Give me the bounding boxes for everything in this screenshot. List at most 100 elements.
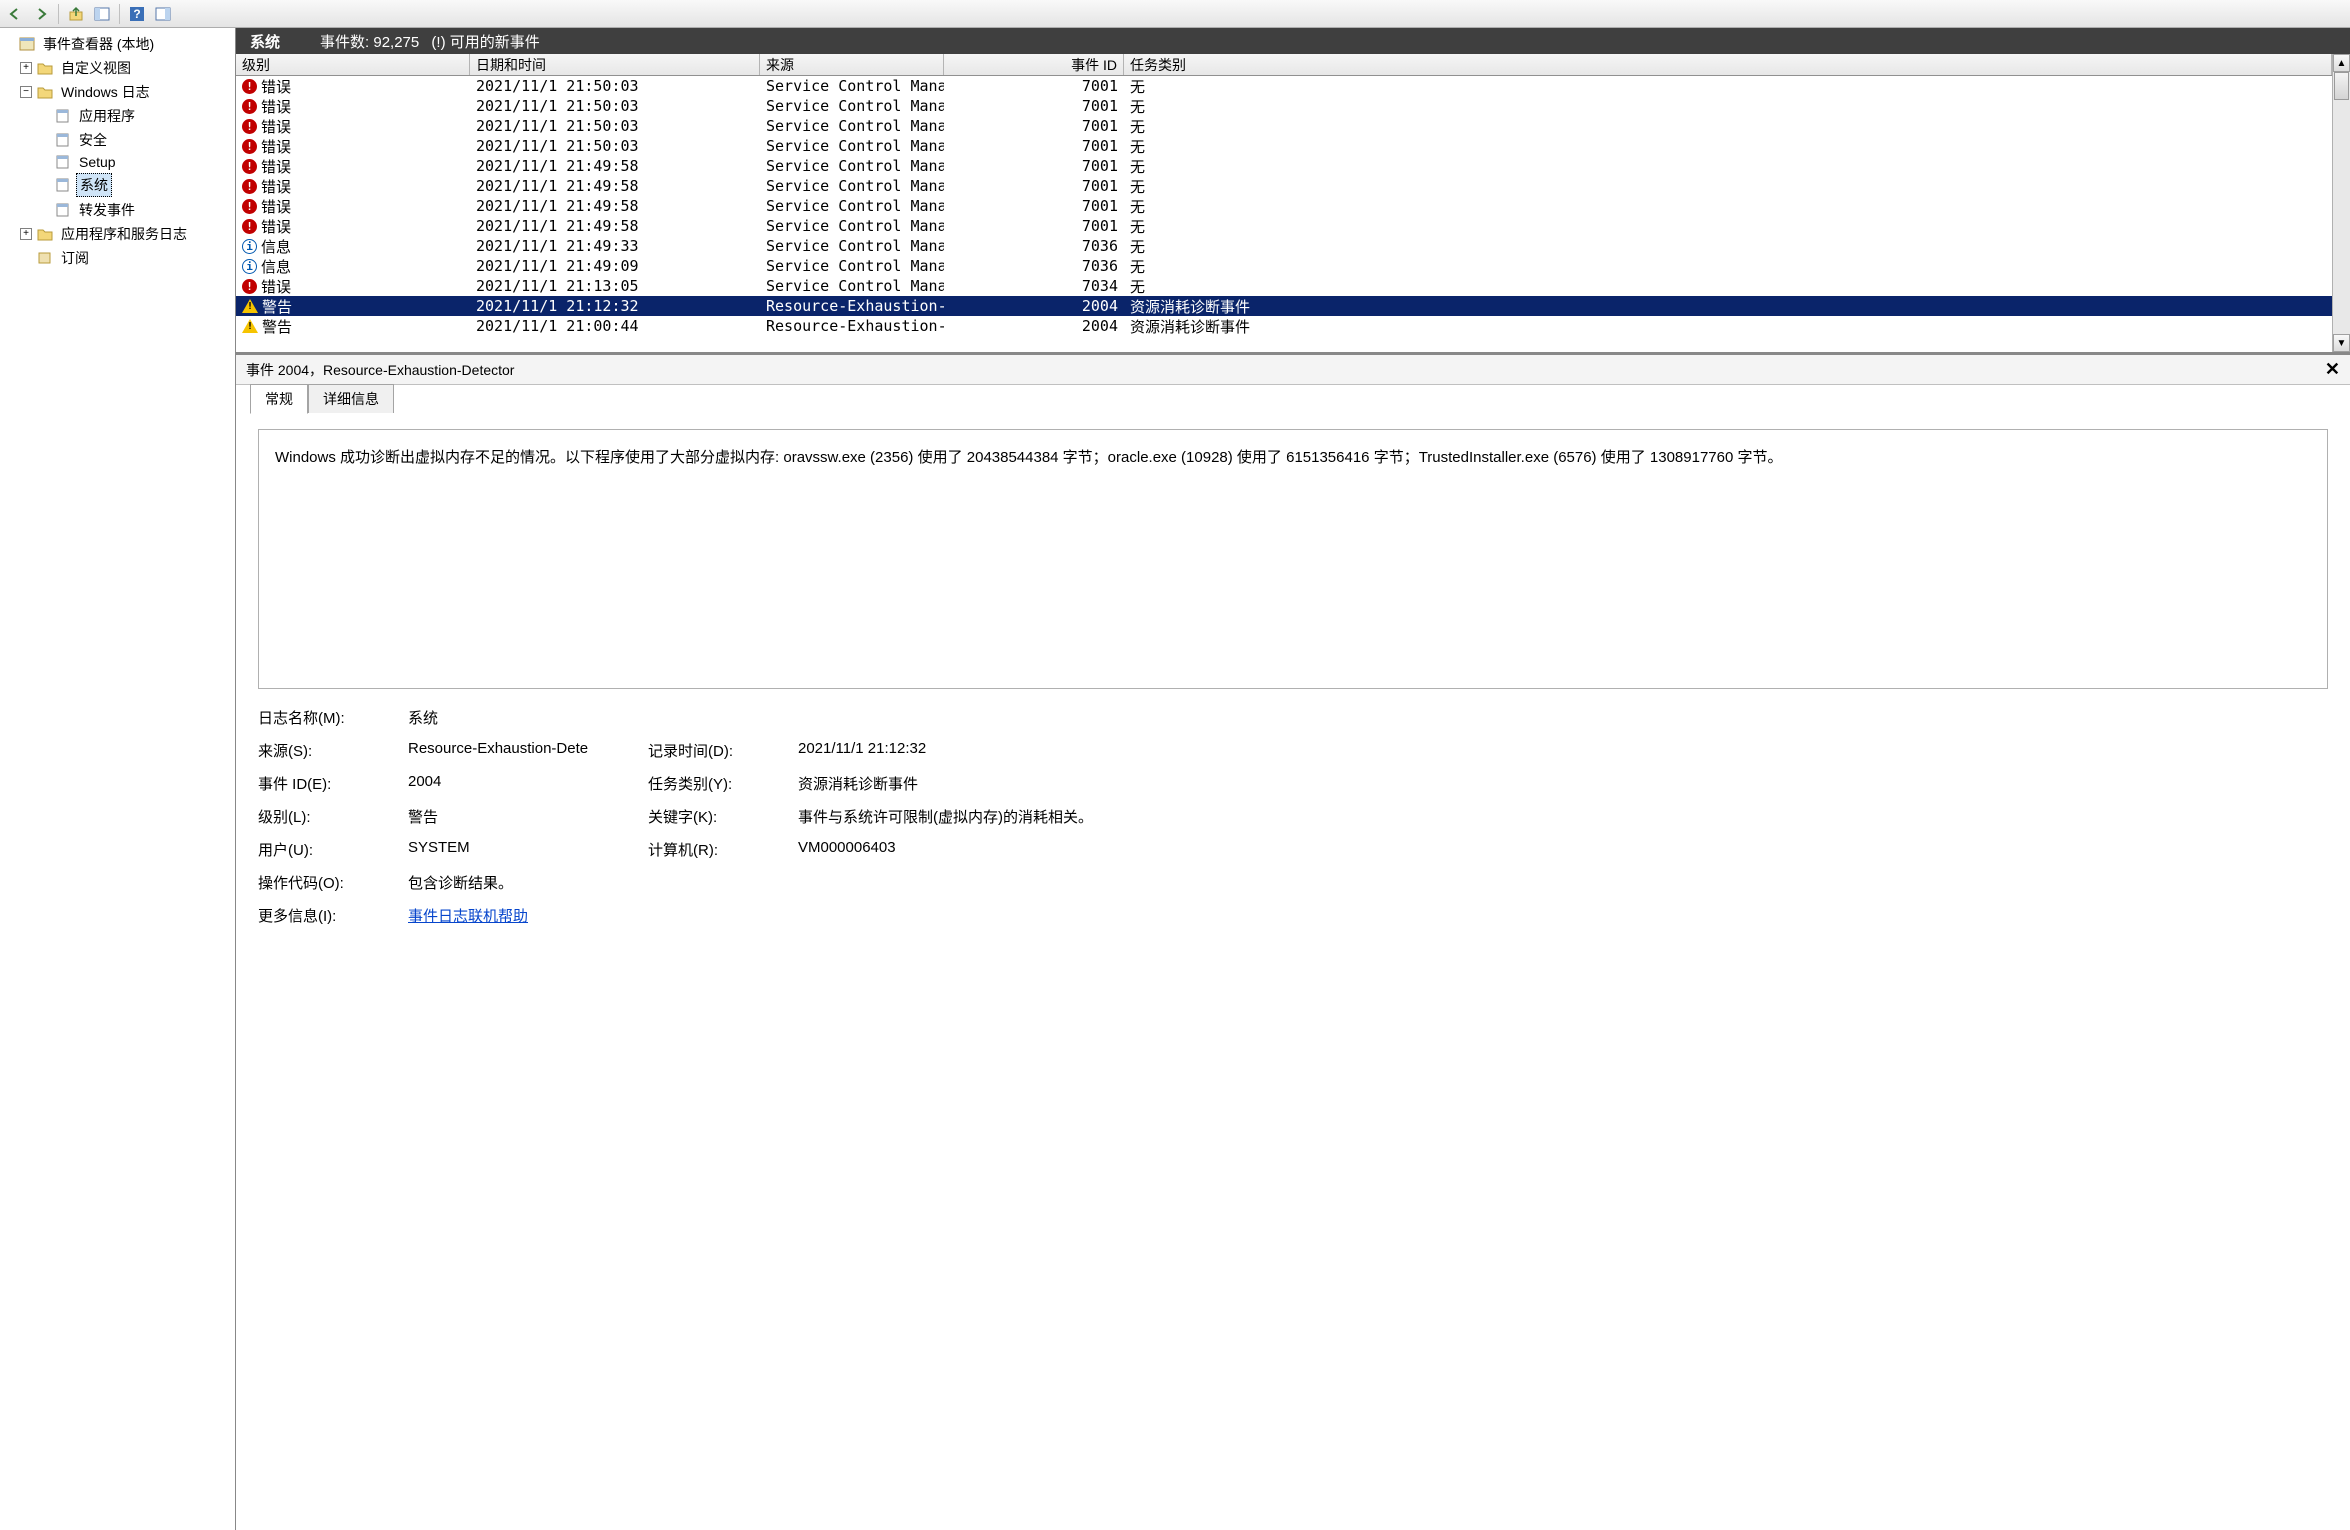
action-pane-button[interactable] bbox=[152, 3, 174, 25]
row-datetime: 2021/11/1 21:00:44 bbox=[470, 317, 760, 335]
log-icon bbox=[54, 177, 72, 193]
event-row[interactable]: 警告2021/11/1 21:12:32Resource-Exhaustion-… bbox=[236, 296, 2332, 316]
event-row[interactable]: 信息2021/11/1 21:49:33Service Control Mana… bbox=[236, 236, 2332, 256]
tree-application[interactable]: 应用程序 bbox=[2, 104, 233, 128]
tree-panel[interactable]: 事件查看器 (本地) + 自定义视图 − Windows 日志 应用程序 安全 … bbox=[0, 28, 236, 1530]
scroll-thumb[interactable] bbox=[2334, 72, 2349, 100]
event-row[interactable]: 错误2021/11/1 21:50:03Service Control Mana… bbox=[236, 116, 2332, 136]
row-source: Service Control Manager bbox=[760, 117, 944, 135]
tree-label: 转发事件 bbox=[76, 199, 138, 221]
tree-security[interactable]: 安全 bbox=[2, 128, 233, 152]
tab-details[interactable]: 详细信息 bbox=[308, 384, 394, 413]
row-source: Service Control Manager bbox=[760, 97, 944, 115]
row-eventid: 7036 bbox=[944, 257, 1124, 275]
up-level-button[interactable] bbox=[65, 3, 87, 25]
event-row[interactable]: 错误2021/11/1 21:50:03Service Control Mana… bbox=[236, 76, 2332, 96]
row-task: 资源消耗诊断事件 bbox=[1124, 316, 2332, 337]
content-title: 系统 bbox=[250, 31, 280, 52]
tree-custom-views[interactable]: + 自定义视图 bbox=[2, 56, 233, 80]
source-value: Resource-Exhaustion-Dete bbox=[408, 740, 628, 761]
row-level: 错误 bbox=[261, 176, 291, 197]
collapse-toggle[interactable]: − bbox=[20, 86, 32, 98]
logname-value: 系统 bbox=[408, 707, 2328, 728]
row-datetime: 2021/11/1 21:49:58 bbox=[470, 157, 760, 175]
scroll-track[interactable] bbox=[2333, 72, 2350, 334]
opcode-label: 操作代码(O): bbox=[258, 872, 388, 893]
row-task: 无 bbox=[1124, 216, 2332, 237]
error-icon bbox=[242, 79, 257, 94]
scroll-up-button[interactable]: ▲ bbox=[2333, 54, 2350, 72]
row-level: 错误 bbox=[261, 276, 291, 297]
event-row[interactable]: 错误2021/11/1 21:50:03Service Control Mana… bbox=[236, 96, 2332, 116]
content-title-bar: 系统 事件数: 92,275 (!) 可用的新事件 bbox=[236, 28, 2350, 54]
close-detail-button[interactable]: ✕ bbox=[2325, 359, 2340, 380]
nav-forward-button[interactable] bbox=[30, 3, 52, 25]
row-datetime: 2021/11/1 21:50:03 bbox=[470, 117, 760, 135]
tree-pane-icon bbox=[94, 6, 110, 22]
event-row[interactable]: 信息2021/11/1 21:49:09Service Control Mana… bbox=[236, 256, 2332, 276]
event-row[interactable]: 警告2021/11/1 21:00:44Resource-Exhaustion-… bbox=[236, 316, 2332, 336]
event-description[interactable]: Windows 成功诊断出虚拟内存不足的情况。以下程序使用了大部分虚拟内存: o… bbox=[258, 429, 2328, 689]
expand-toggle[interactable]: + bbox=[20, 62, 32, 74]
col-datetime[interactable]: 日期和时间 bbox=[470, 54, 760, 75]
event-row[interactable]: 错误2021/11/1 21:50:03Service Control Mana… bbox=[236, 136, 2332, 156]
warn-icon bbox=[242, 319, 258, 333]
row-source: Service Control Manager bbox=[760, 157, 944, 175]
main-toolbar: ? bbox=[0, 0, 2350, 28]
error-icon bbox=[242, 199, 257, 214]
eventid-value: 2004 bbox=[408, 773, 628, 794]
help-button[interactable]: ? bbox=[126, 3, 148, 25]
computer-value: VM000006403 bbox=[798, 839, 2328, 860]
eventviewer-icon bbox=[18, 36, 36, 52]
row-datetime: 2021/11/1 21:50:03 bbox=[470, 77, 760, 95]
error-icon bbox=[242, 139, 257, 154]
show-hide-tree-button[interactable] bbox=[91, 3, 113, 25]
col-source[interactable]: 来源 bbox=[760, 54, 944, 75]
info-icon bbox=[242, 239, 257, 254]
grid-scrollbar[interactable]: ▲ ▼ bbox=[2332, 54, 2350, 352]
row-source: Service Control Manager bbox=[760, 257, 944, 275]
col-level[interactable]: 级别 bbox=[236, 54, 470, 75]
moreinfo-link[interactable]: 事件日志联机帮助 bbox=[408, 908, 528, 925]
tree-setup[interactable]: Setup bbox=[2, 152, 233, 172]
folder-open-icon bbox=[36, 84, 54, 100]
event-grid[interactable]: 级别 日期和时间 来源 事件 ID 任务类别 错误2021/11/1 21:50… bbox=[236, 54, 2332, 352]
grid-body[interactable]: 错误2021/11/1 21:50:03Service Control Mana… bbox=[236, 76, 2332, 352]
warn-icon bbox=[242, 299, 258, 313]
row-datetime: 2021/11/1 21:49:58 bbox=[470, 177, 760, 195]
tree-windows-logs[interactable]: − Windows 日志 bbox=[2, 80, 233, 104]
error-icon bbox=[242, 99, 257, 114]
event-row[interactable]: 错误2021/11/1 21:49:58Service Control Mana… bbox=[236, 216, 2332, 236]
tree-forwarded[interactable]: 转发事件 bbox=[2, 198, 233, 222]
event-row[interactable]: 错误 2021/11/1 21:49:58Service Control Mana… bbox=[236, 156, 2332, 176]
row-task: 无 bbox=[1124, 116, 2332, 137]
col-eventid[interactable]: 事件 ID bbox=[944, 54, 1124, 75]
grid-header[interactable]: 级别 日期和时间 来源 事件 ID 任务类别 bbox=[236, 54, 2332, 76]
event-row[interactable]: 错误2021/11/1 21:49:58Service Control Mana… bbox=[236, 196, 2332, 216]
row-level: 错误 bbox=[261, 156, 291, 177]
row-datetime: 2021/11/1 21:12:32 bbox=[470, 297, 760, 315]
tree-subscriptions[interactable]: 订阅 bbox=[2, 246, 233, 270]
row-task: 无 bbox=[1124, 96, 2332, 117]
row-eventid: 2004 bbox=[944, 317, 1124, 335]
subscription-icon bbox=[36, 250, 54, 266]
scroll-down-button[interactable]: ▼ bbox=[2333, 334, 2350, 352]
tree-app-services[interactable]: + 应用程序和服务日志 bbox=[2, 222, 233, 246]
event-row[interactable]: 错误2021/11/1 21:13:05Service Control Mana… bbox=[236, 276, 2332, 296]
tree-root[interactable]: 事件查看器 (本地) bbox=[2, 32, 233, 56]
col-task[interactable]: 任务类别 bbox=[1124, 54, 2332, 75]
nav-back-button[interactable] bbox=[4, 3, 26, 25]
event-row[interactable]: 错误2021/11/1 21:49:58Service Control Mana… bbox=[236, 176, 2332, 196]
row-eventid: 7001 bbox=[944, 97, 1124, 115]
detail-fields: 日志名称(M): 系统 来源(S): Resource-Exhaustion-D… bbox=[258, 707, 2328, 926]
svg-text:?: ? bbox=[133, 7, 140, 21]
tree-label: 应用程序 bbox=[76, 105, 138, 127]
toolbar-separator bbox=[58, 4, 59, 24]
tree-system[interactable]: 系统 bbox=[2, 172, 233, 198]
arrow-right-icon bbox=[33, 7, 49, 21]
row-task: 无 bbox=[1124, 196, 2332, 217]
event-grid-wrap: 级别 日期和时间 来源 事件 ID 任务类别 错误2021/11/1 21:50… bbox=[236, 54, 2350, 354]
expand-toggle[interactable]: + bbox=[20, 228, 32, 240]
row-level: 错误 bbox=[261, 196, 291, 217]
tab-general[interactable]: 常规 bbox=[250, 384, 308, 414]
